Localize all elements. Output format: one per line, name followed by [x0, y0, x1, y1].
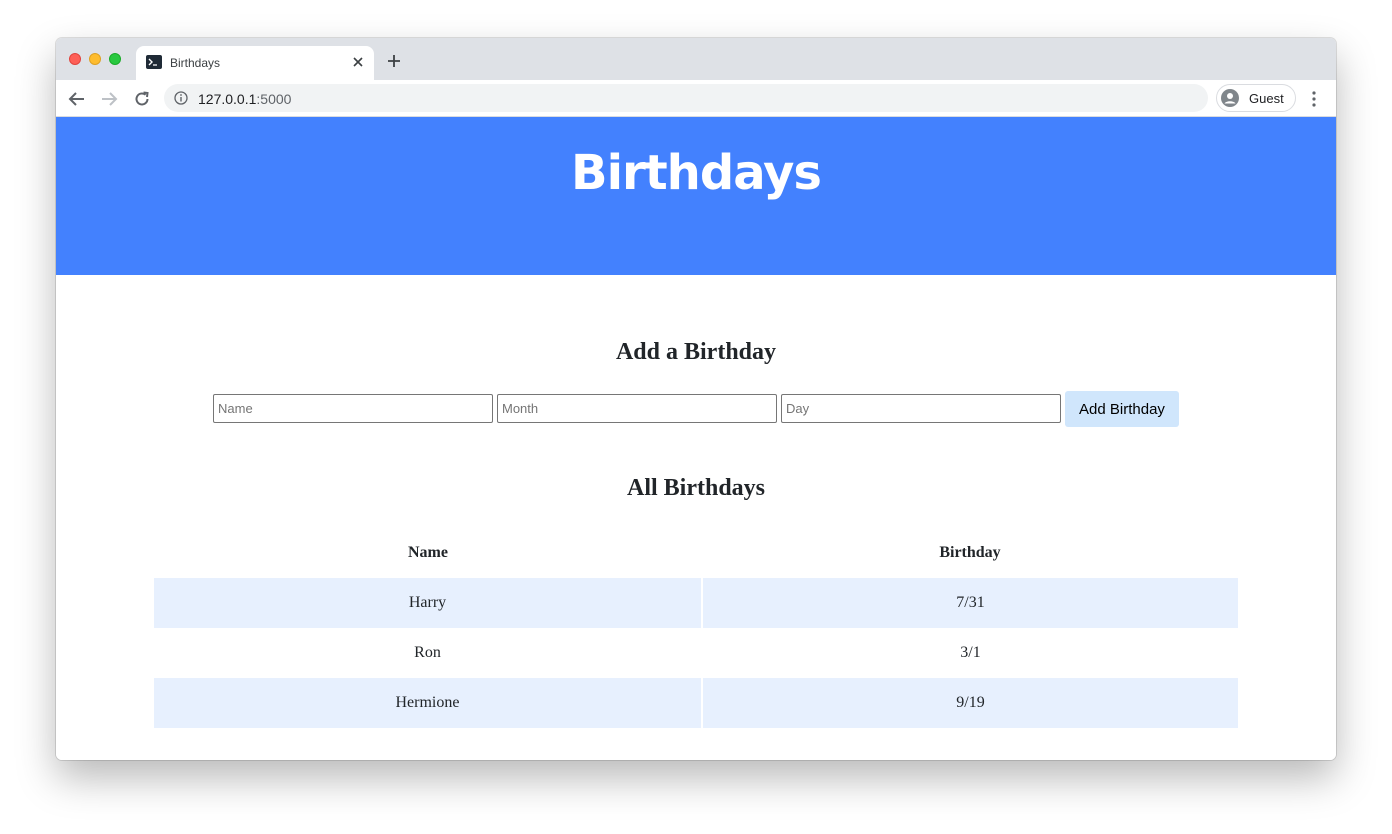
birthdays-table: Name Birthday Harry 7/31 Ron 3/1 Hermion…	[154, 528, 1238, 728]
page-title: Birthdays	[571, 145, 822, 201]
page-content: Birthdays Add a Birthday Add Birthday Al…	[56, 117, 1336, 760]
info-icon[interactable]	[174, 91, 188, 105]
name-input[interactable]	[213, 394, 493, 423]
profile-button[interactable]: Guest	[1216, 84, 1296, 112]
back-arrow-icon[interactable]	[68, 90, 86, 108]
browser-window: Birthdays 127.0.0.1:5000 Guest Birthdays…	[56, 38, 1336, 760]
browser-toolbar: 127.0.0.1:5000 Guest	[56, 80, 1336, 117]
profile-label: Guest	[1249, 91, 1284, 106]
tab-strip: Birthdays	[56, 38, 1336, 80]
add-birthday-form: Add Birthday	[213, 391, 1183, 427]
month-input[interactable]	[497, 394, 777, 423]
address-bar[interactable]: 127.0.0.1:5000	[164, 84, 1208, 112]
cell-name: Harry	[154, 578, 703, 628]
forward-arrow-icon[interactable]	[100, 90, 118, 108]
close-icon[interactable]	[350, 54, 366, 70]
plus-icon[interactable]	[386, 53, 402, 69]
cell-birthday: 3/1	[960, 644, 981, 661]
table-row: Ron 3/1	[154, 628, 1238, 678]
minimize-window-button[interactable]	[89, 53, 101, 65]
cell-birthday: 7/31	[702, 578, 1238, 628]
close-window-button[interactable]	[69, 53, 81, 65]
page-header: Birthdays	[56, 117, 1336, 275]
table-row: Harry 7/31	[154, 578, 1238, 628]
cell-name: Hermione	[154, 678, 703, 728]
day-input[interactable]	[781, 394, 1061, 423]
tab-title: Birthdays	[170, 56, 221, 70]
table-row: Hermione 9/19	[154, 678, 1238, 728]
reload-icon[interactable]	[133, 90, 151, 108]
terminal-icon	[146, 55, 162, 69]
url-text: 127.0.0.1:5000	[198, 91, 292, 107]
avatar-icon	[1221, 89, 1239, 107]
all-birthdays-heading: All Birthdays	[626, 475, 766, 501]
maximize-window-button[interactable]	[109, 53, 121, 65]
add-birthday-button[interactable]: Add Birthday	[1065, 391, 1179, 427]
column-header-name: Name	[408, 544, 448, 561]
more-vert-icon[interactable]	[1306, 90, 1322, 108]
tab-birthdays[interactable]: Birthdays	[136, 46, 374, 80]
column-header-birthday: Birthday	[939, 544, 1001, 561]
cell-birthday: 9/19	[702, 678, 1238, 728]
add-birthday-heading: Add a Birthday	[615, 339, 777, 365]
cell-name: Ron	[154, 628, 703, 678]
table-header-row: Name Birthday	[154, 528, 1238, 578]
